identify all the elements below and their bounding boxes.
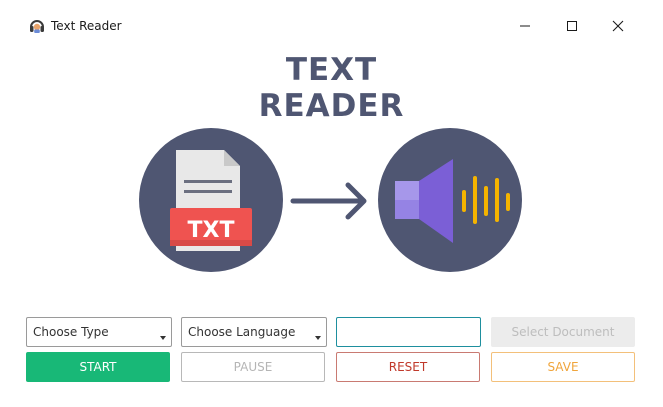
pause-button[interactable]: PAUSE [181, 352, 325, 382]
arrow-right-icon [290, 182, 367, 220]
text-input[interactable] [336, 317, 481, 347]
headphones-reader-icon [29, 18, 45, 34]
close-button[interactable] [604, 12, 632, 40]
maximize-icon [567, 21, 577, 31]
chevron-down-icon [315, 336, 321, 340]
minimize-icon [520, 25, 530, 27]
select-document-button[interactable]: Select Document [491, 317, 635, 347]
hero-title-line1: TEXT [285, 52, 378, 88]
hero-title-line2: READER [258, 88, 405, 124]
maximize-button[interactable] [558, 12, 586, 40]
type-select-value: Choose Type [33, 325, 109, 339]
txt-badge-label: TXT [188, 218, 235, 243]
close-icon [612, 20, 624, 32]
language-select-value: Choose Language [188, 325, 296, 339]
speaker-sound-icon [378, 128, 522, 272]
minimize-button[interactable] [511, 12, 539, 40]
document-txt-icon: TXT [139, 128, 283, 272]
chevron-down-icon [160, 336, 166, 340]
type-select[interactable]: Choose Type [26, 317, 172, 347]
language-select[interactable]: Choose Language [181, 317, 327, 347]
reset-button[interactable]: RESET [336, 352, 480, 382]
window-title: Text Reader [51, 19, 122, 33]
start-button[interactable]: START [26, 352, 170, 382]
save-button[interactable]: SAVE [491, 352, 635, 382]
title-bar: Text Reader [0, 0, 663, 52]
